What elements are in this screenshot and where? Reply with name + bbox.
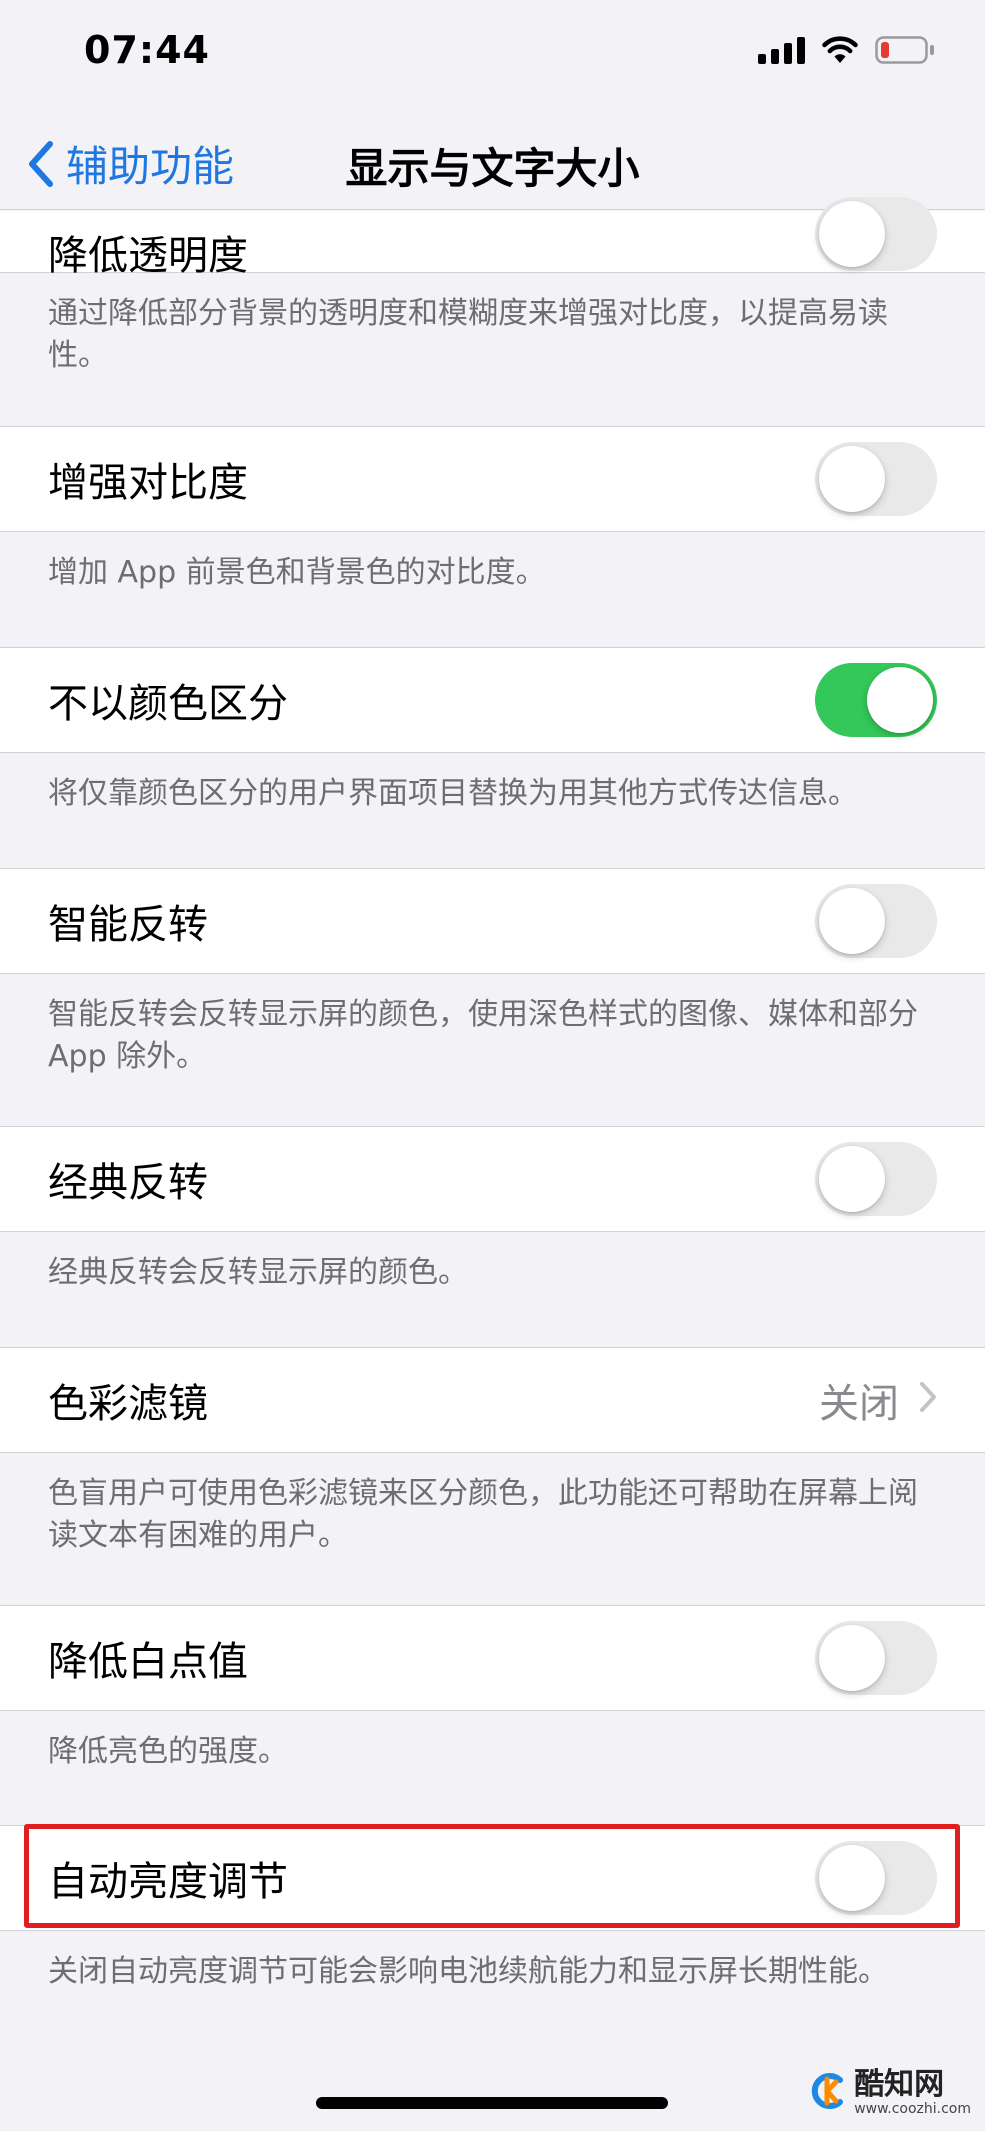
chevron-right-icon xyxy=(919,1377,937,1423)
setting-footer: 将仅靠颜色区分的用户界面项目替换为用其他方式传达信息。 xyxy=(48,776,858,811)
setting-row-reduce-transparency: 降低透明度 xyxy=(0,197,985,279)
setting-footer: 通过降低部分背景的透明度和模糊度来增强对比度，以提高易读性。 xyxy=(48,296,888,373)
setting-label: 增强对比度 xyxy=(48,460,248,506)
status-time: 07:44 xyxy=(84,28,210,72)
setting-footer: 色盲用户可使用色彩滤镜来区分颜色，此功能还可帮助在屏幕上阅读文本有困难的用户。 xyxy=(48,1476,918,1553)
watermark-title: 酷知网 xyxy=(854,2067,945,2102)
reduce-white-point-toggle[interactable] xyxy=(815,1621,937,1695)
reduce-transparency-toggle[interactable] xyxy=(815,197,937,271)
navigation-bar: 辅助功能 显示与文字大小 xyxy=(0,105,985,210)
setting-label: 经典反转 xyxy=(48,1160,208,1206)
setting-label: 不以颜色区分 xyxy=(48,681,288,727)
setting-row-increase-contrast: 增强对比度 xyxy=(0,426,985,532)
setting-footer: 增加 App 前景色和背景色的对比度。 xyxy=(48,555,546,590)
differentiate-without-color-toggle[interactable] xyxy=(815,663,937,737)
setting-label: 降低白点值 xyxy=(48,1639,248,1685)
setting-row-auto-brightness: 自动亮度调节 xyxy=(0,1825,985,1931)
setting-row-smart-invert: 智能反转 xyxy=(0,868,985,974)
setting-label: 降低透明度 xyxy=(48,233,248,279)
setting-footer: 经典反转会反转显示屏的颜色。 xyxy=(48,1255,468,1290)
setting-row-color-filters[interactable]: 色彩滤镜 关闭 xyxy=(0,1347,985,1453)
setting-footer: 智能反转会反转显示屏的颜色，使用深色样式的图像、媒体和部分 App 除外。 xyxy=(48,997,918,1074)
coozhi-logo-icon xyxy=(806,2070,848,2116)
battery-low-icon xyxy=(875,35,935,65)
setting-row-reduce-white-point: 降低白点值 xyxy=(0,1605,985,1711)
setting-label: 色彩滤镜 xyxy=(48,1381,208,1427)
setting-row-classic-invert: 经典反转 xyxy=(0,1126,985,1232)
home-indicator[interactable] xyxy=(316,2097,668,2109)
setting-row-differentiate-without-color: 不以颜色区分 xyxy=(0,647,985,753)
wifi-icon xyxy=(821,36,859,64)
classic-invert-toggle[interactable] xyxy=(815,1142,937,1216)
setting-label: 智能反转 xyxy=(48,902,208,948)
increase-contrast-toggle[interactable] xyxy=(815,442,937,516)
page-title: 显示与文字大小 xyxy=(345,144,640,193)
status-bar: 07:44 xyxy=(0,0,985,105)
setting-label: 自动亮度调节 xyxy=(48,1859,288,1905)
color-filters-disclosure[interactable]: 关闭 xyxy=(819,1371,937,1429)
auto-brightness-toggle[interactable] xyxy=(815,1841,937,1915)
watermark: 酷知网 www.coozhi.com xyxy=(806,2069,971,2117)
setting-footer: 降低亮色的强度。 xyxy=(48,1734,288,1769)
cellular-signal-icon xyxy=(758,36,805,64)
setting-value: 关闭 xyxy=(819,1381,899,1427)
smart-invert-toggle[interactable] xyxy=(815,884,937,958)
status-icons xyxy=(758,35,935,65)
settings-list: 降低透明度 通过降低部分背景的透明度和模糊度来增强对比度，以提高易读性。 增强对… xyxy=(0,197,985,2131)
watermark-url: www.coozhi.com xyxy=(854,2101,971,2117)
